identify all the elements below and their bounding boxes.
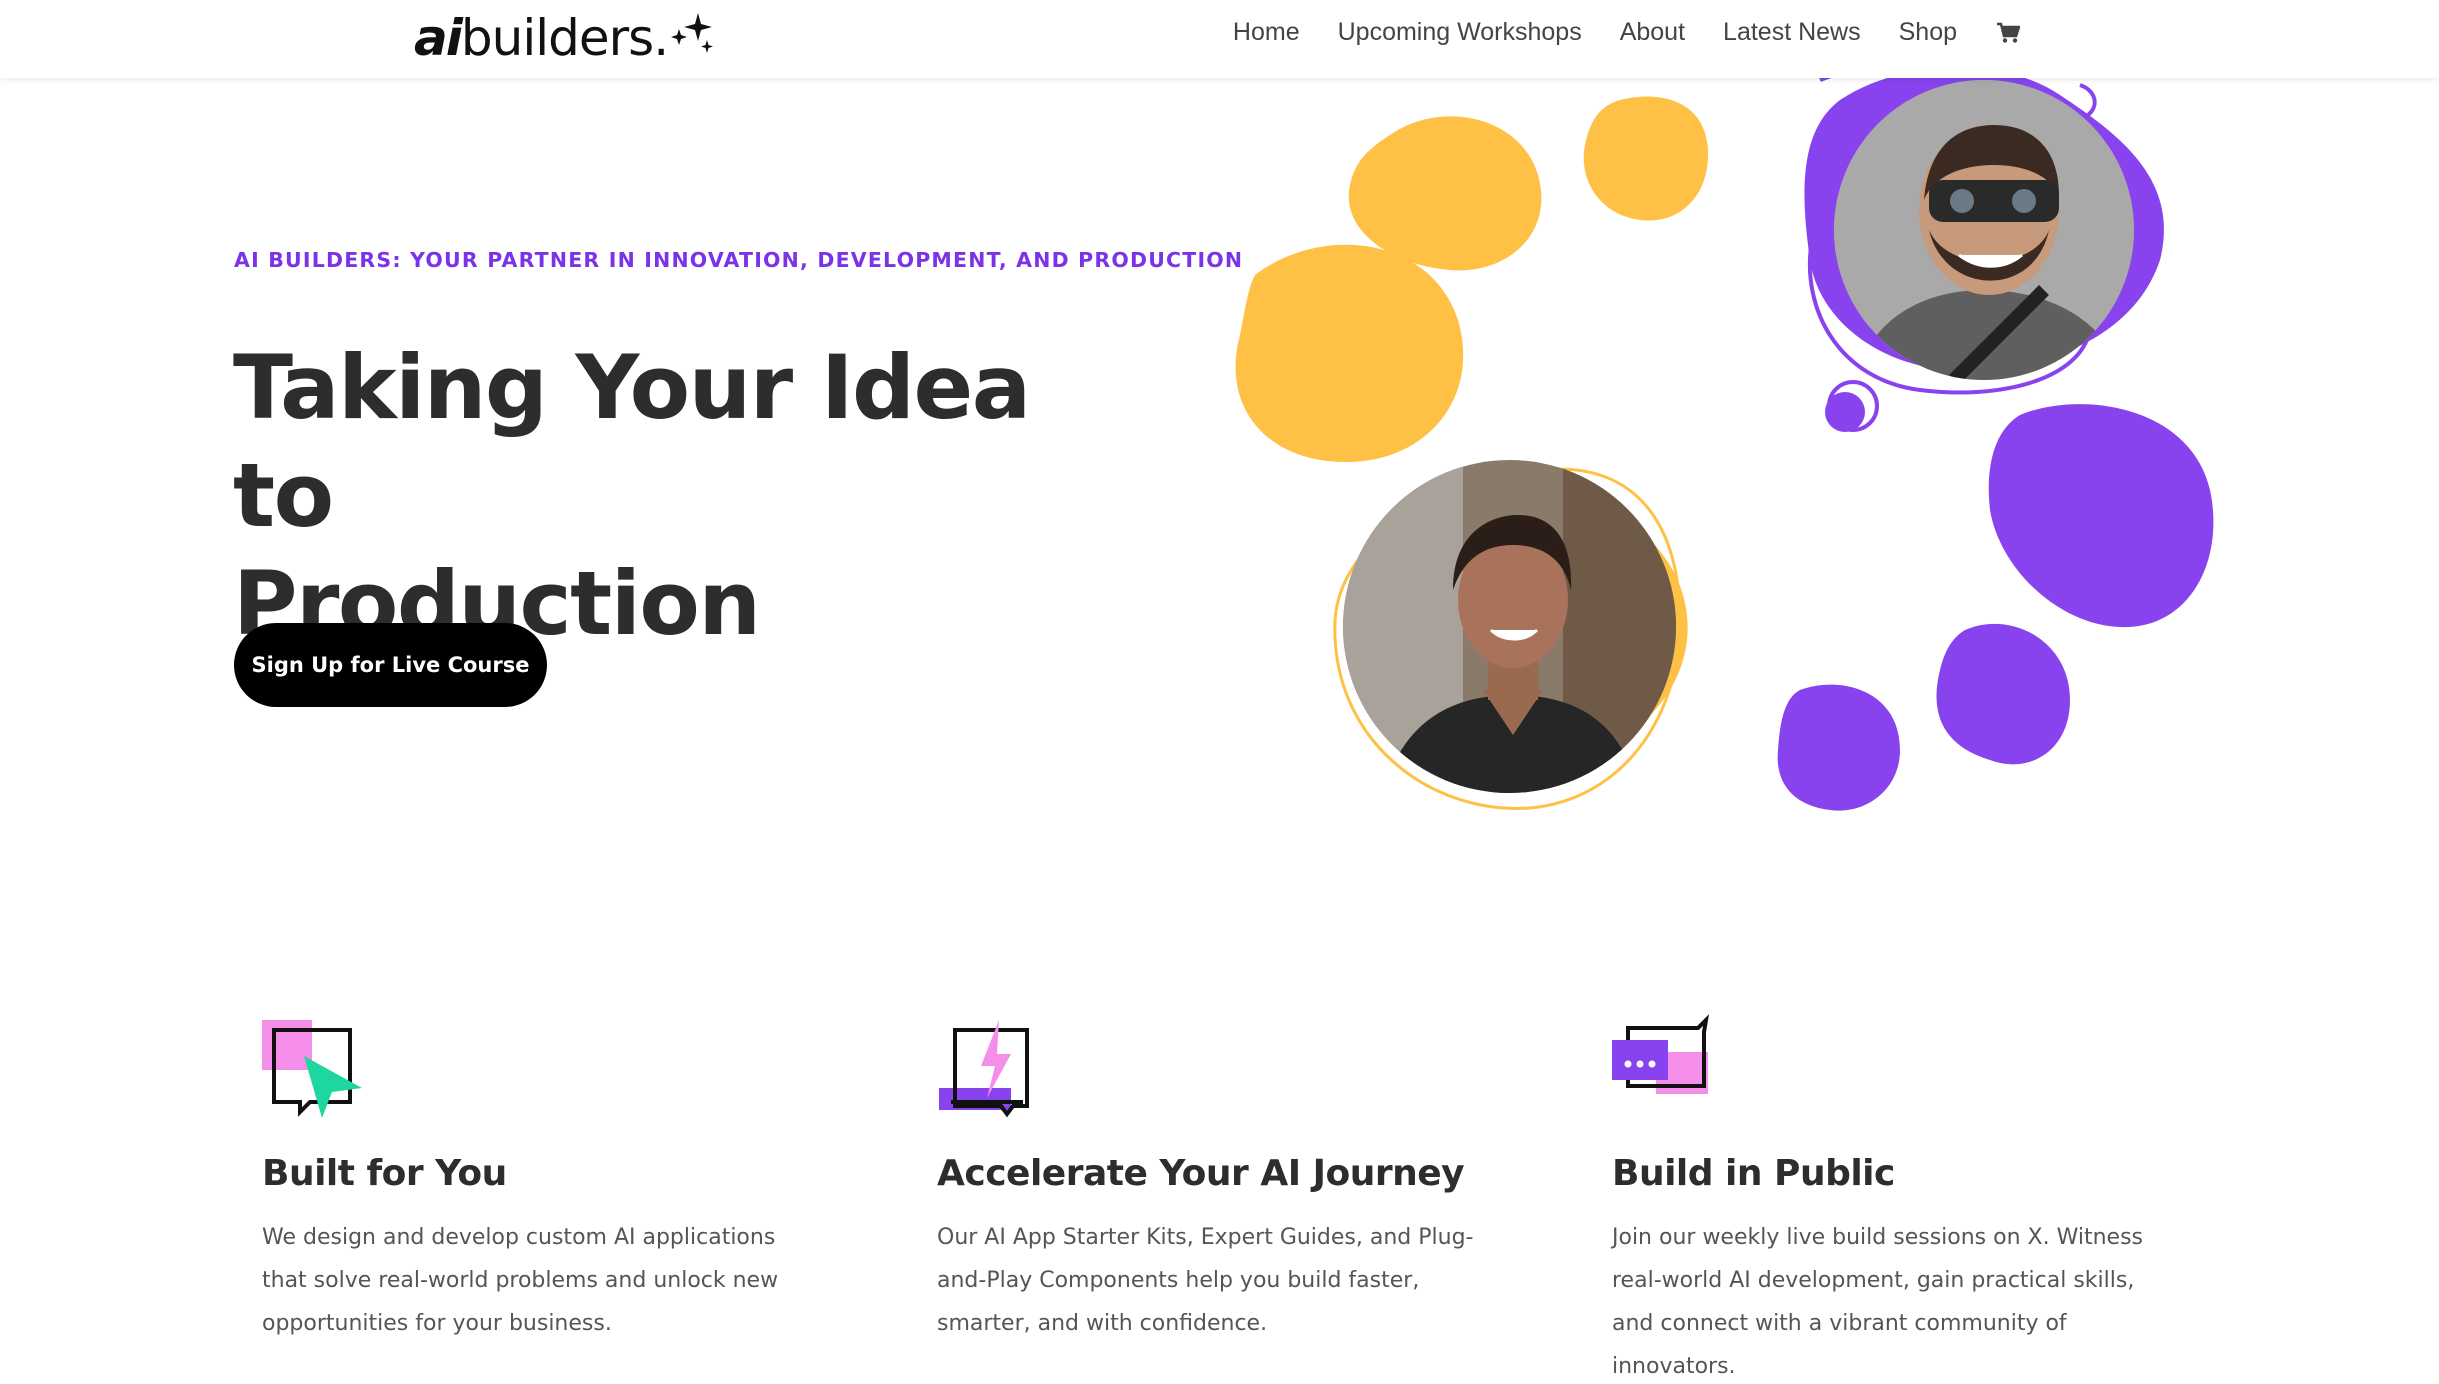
logo-builders-text: builders. [460,9,669,67]
feature-text: Join our weekly live build sessions on X… [1612,1225,2143,1379]
feature-text: Our AI App Starter Kits, Expert Guides, … [937,1225,1474,1336]
feature-build-in-public: Build in Public Join our weekly live bui… [1612,1010,2172,1384]
feature-title: Built for You [262,1153,507,1194]
photo-smiling-woman [1343,460,1676,793]
site-logo[interactable]: ai builders. [414,8,716,68]
nav-about[interactable]: About [1620,18,1685,47]
hero-eyebrow: AI BUILDERS: YOUR PARTNER IN INNOVATION,… [234,248,1244,272]
sparkle-icon [671,13,714,53]
logo-ai-text: ai [414,9,463,67]
purple-blob [1936,623,2070,765]
yellow-blob [1583,96,1709,221]
feature-accelerate: Accelerate Your AI Journey Our AI App St… [937,1010,1497,1345]
hero-title-line1: Taking Your Idea to [233,336,1031,547]
nav-home[interactable]: Home [1233,18,1300,47]
hero-title: Taking Your Idea to Production [233,334,1133,658]
feature-built-for-you: Built for You We design and develop cust… [262,1010,822,1345]
site-header: ai builders. Home Upcoming Workshops Abo… [0,0,2439,78]
chat-cursor-icon [262,1020,362,1118]
yellow-blob [1235,244,1464,463]
yellow-blob [1348,116,1542,271]
feature-text: We design and develop custom AI applicat… [262,1225,779,1336]
sign-up-course-button[interactable]: Sign Up for Live Course [234,623,547,707]
nav-latest-news[interactable]: Latest News [1723,18,1861,47]
feature-title: Build in Public [1612,1153,1895,1194]
purple-blob [1777,684,1900,811]
hero-illustration [1200,60,2250,840]
nav-upcoming-workshops[interactable]: Upcoming Workshops [1338,18,1582,47]
photo-man-with-headset [1834,80,2134,380]
main-nav: Home Upcoming Workshops About Latest New… [1233,18,2021,47]
purple-blob [1988,404,2214,628]
cart-icon[interactable] [1995,20,2021,46]
nav-shop[interactable]: Shop [1899,18,1957,47]
feature-title: Accelerate Your AI Journey [937,1153,1465,1194]
lightning-chat-icon [939,1020,1029,1118]
chat-dots-icon [1612,1014,1709,1094]
